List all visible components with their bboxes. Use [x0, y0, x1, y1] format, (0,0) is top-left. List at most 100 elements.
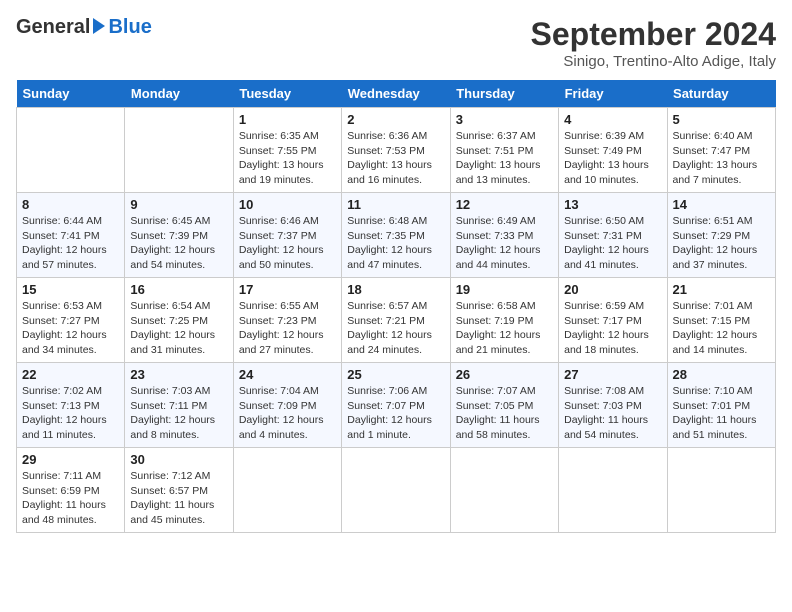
day-info: Sunrise: 7:03 AMSunset: 7:11 PMDaylight:… [130, 384, 227, 443]
logo-blue: Blue [108, 16, 151, 39]
col-monday: Monday [125, 80, 233, 108]
day-info: Sunrise: 6:44 AMSunset: 7:41 PMDaylight:… [22, 214, 119, 273]
title-area: September 2024 Sinigo, Trentino-Alto Adi… [531, 16, 776, 70]
table-row: 26Sunrise: 7:07 AMSunset: 7:05 PMDayligh… [450, 363, 558, 448]
day-info: Sunrise: 6:59 AMSunset: 7:17 PMDaylight:… [564, 299, 661, 358]
day-number: 28 [673, 367, 770, 382]
day-number: 3 [456, 112, 553, 127]
day-info: Sunrise: 7:08 AMSunset: 7:03 PMDaylight:… [564, 384, 661, 443]
day-number: 27 [564, 367, 661, 382]
logo-icon [91, 16, 107, 36]
day-cell-14: 14 Sunrise: 6:51 AMSunset: 7:29 PMDayligh… [673, 197, 770, 273]
calendar-header-row: Sunday Monday Tuesday Wednesday Thursday… [17, 80, 776, 108]
day-info: Sunrise: 7:12 AMSunset: 6:57 PMDaylight:… [130, 469, 227, 528]
day-number: 24 [239, 367, 336, 382]
day-number: 8 [22, 197, 119, 212]
day-cell-12: 12 Sunrise: 6:49 AMSunset: 7:33 PMDayligh… [456, 197, 553, 273]
table-row: 28Sunrise: 7:10 AMSunset: 7:01 PMDayligh… [667, 363, 775, 448]
table-row: 27 Sunrise: 7:08 AMSunset: 7:03 PMDayligh… [559, 363, 667, 448]
col-sunday: Sunday [17, 80, 125, 108]
table-row: 9Sunrise: 6:45 AMSunset: 7:39 PMDaylight… [125, 193, 233, 278]
day-info: Sunrise: 6:54 AMSunset: 7:25 PMDaylight:… [130, 299, 227, 358]
table-row [17, 108, 125, 193]
table-row [125, 108, 233, 193]
day-cell-17: 17Sunrise: 6:55 AMSunset: 7:23 PMDayligh… [239, 282, 336, 358]
table-row: 2Sunrise: 6:36 AMSunset: 7:53 PMDaylight… [342, 108, 450, 193]
table-row: 19 Sunrise: 6:58 AMSunset: 7:19 PMDayligh… [450, 278, 558, 363]
table-row [450, 448, 558, 533]
day-cell-18: 18 Sunrise: 6:57 AMSunset: 7:21 PMDayligh… [347, 282, 444, 358]
day-cell-5: 5 Sunrise: 6:40 AMSunset: 7:47 PMDaylight… [673, 112, 770, 188]
day-cell-11: 11Sunrise: 6:48 AMSunset: 7:35 PMDayligh… [347, 197, 444, 273]
day-number: 16 [130, 282, 227, 297]
day-number: 22 [22, 367, 119, 382]
day-number: 15 [22, 282, 119, 297]
calendar-week-0: 1 Sunrise: 6:35 AMSunset: 7:55 PMDaylight… [17, 108, 776, 193]
calendar-table: Sunday Monday Tuesday Wednesday Thursday… [16, 80, 776, 533]
day-number: 17 [239, 282, 336, 297]
day-info: Sunrise: 6:37 AMSunset: 7:51 PMDaylight:… [456, 129, 553, 188]
header: General Blue September 2024 Sinigo, Tren… [16, 16, 776, 70]
day-number: 23 [130, 367, 227, 382]
day-cell-9: 9Sunrise: 6:45 AMSunset: 7:39 PMDaylight… [130, 197, 227, 273]
table-row: 21Sunrise: 7:01 AMSunset: 7:15 PMDayligh… [667, 278, 775, 363]
day-cell-13: 13 Sunrise: 6:50 AMSunset: 7:31 PMDayligh… [564, 197, 661, 273]
day-info: Sunrise: 6:57 AMSunset: 7:21 PMDaylight:… [347, 299, 444, 358]
day-number: 25 [347, 367, 444, 382]
day-info: Sunrise: 6:36 AMSunset: 7:53 PMDaylight:… [347, 129, 444, 188]
col-tuesday: Tuesday [233, 80, 341, 108]
day-info: Sunrise: 6:51 AMSunset: 7:29 PMDaylight:… [673, 214, 770, 273]
day-info: Sunrise: 6:45 AMSunset: 7:39 PMDaylight:… [130, 214, 227, 273]
day-cell-24: 24 Sunrise: 7:04 AMSunset: 7:09 PMDayligh… [239, 367, 336, 443]
table-row: 24 Sunrise: 7:04 AMSunset: 7:09 PMDayligh… [233, 363, 341, 448]
table-row [667, 448, 775, 533]
table-row: 14 Sunrise: 6:51 AMSunset: 7:29 PMDayligh… [667, 193, 775, 278]
day-number: 13 [564, 197, 661, 212]
table-row: 8 Sunrise: 6:44 AMSunset: 7:41 PMDaylight… [17, 193, 125, 278]
day-info: Sunrise: 6:53 AMSunset: 7:27 PMDaylight:… [22, 299, 119, 358]
day-number: 30 [130, 452, 227, 467]
day-cell-26: 26Sunrise: 7:07 AMSunset: 7:05 PMDayligh… [456, 367, 553, 443]
day-info: Sunrise: 7:04 AMSunset: 7:09 PMDaylight:… [239, 384, 336, 443]
day-info: Sunrise: 6:58 AMSunset: 7:19 PMDaylight:… [456, 299, 553, 358]
day-cell-1: 1 Sunrise: 6:35 AMSunset: 7:55 PMDaylight… [239, 112, 336, 188]
day-number: 19 [456, 282, 553, 297]
day-cell-10: 10Sunrise: 6:46 AMSunset: 7:37 PMDayligh… [239, 197, 336, 273]
table-row: 4Sunrise: 6:39 AMSunset: 7:49 PMDaylight… [559, 108, 667, 193]
table-row: 22 Sunrise: 7:02 AMSunset: 7:13 PMDayligh… [17, 363, 125, 448]
table-row: 18 Sunrise: 6:57 AMSunset: 7:21 PMDayligh… [342, 278, 450, 363]
page-subtitle: Sinigo, Trentino-Alto Adige, Italy [531, 53, 776, 70]
logo: General Blue [16, 16, 152, 39]
day-number: 5 [673, 112, 770, 127]
day-cell-23: 23 Sunrise: 7:03 AMSunset: 7:11 PMDayligh… [130, 367, 227, 443]
day-info: Sunrise: 6:35 AMSunset: 7:55 PMDaylight:… [239, 129, 336, 188]
day-info: Sunrise: 6:40 AMSunset: 7:47 PMDaylight:… [673, 129, 770, 188]
day-cell-28: 28Sunrise: 7:10 AMSunset: 7:01 PMDayligh… [673, 367, 770, 443]
table-row: 30 Sunrise: 7:12 AMSunset: 6:57 PMDayligh… [125, 448, 233, 533]
day-number: 1 [239, 112, 336, 127]
day-number: 18 [347, 282, 444, 297]
day-info: Sunrise: 6:49 AMSunset: 7:33 PMDaylight:… [456, 214, 553, 273]
day-number: 14 [673, 197, 770, 212]
day-cell-4: 4Sunrise: 6:39 AMSunset: 7:49 PMDaylight… [564, 112, 661, 188]
day-cell-25: 25Sunrise: 7:06 AMSunset: 7:07 PMDayligh… [347, 367, 444, 443]
day-info: Sunrise: 6:46 AMSunset: 7:37 PMDaylight:… [239, 214, 336, 273]
day-cell-3: 3 Sunrise: 6:37 AMSunset: 7:51 PMDaylight… [456, 112, 553, 188]
col-wednesday: Wednesday [342, 80, 450, 108]
day-number: 12 [456, 197, 553, 212]
table-row: 12 Sunrise: 6:49 AMSunset: 7:33 PMDayligh… [450, 193, 558, 278]
table-row: 15 Sunrise: 6:53 AMSunset: 7:27 PMDayligh… [17, 278, 125, 363]
day-info: Sunrise: 6:50 AMSunset: 7:31 PMDaylight:… [564, 214, 661, 273]
day-cell-21: 21Sunrise: 7:01 AMSunset: 7:15 PMDayligh… [673, 282, 770, 358]
day-info: Sunrise: 7:02 AMSunset: 7:13 PMDaylight:… [22, 384, 119, 443]
table-row: 1 Sunrise: 6:35 AMSunset: 7:55 PMDaylight… [233, 108, 341, 193]
calendar-week-1: 8 Sunrise: 6:44 AMSunset: 7:41 PMDaylight… [17, 193, 776, 278]
day-cell-30: 30 Sunrise: 7:12 AMSunset: 6:57 PMDayligh… [130, 452, 227, 528]
col-saturday: Saturday [667, 80, 775, 108]
day-cell-29: 29Sunrise: 7:11 AMSunset: 6:59 PMDayligh… [22, 452, 119, 528]
day-number: 4 [564, 112, 661, 127]
logo-general: General [16, 16, 90, 39]
day-info: Sunrise: 7:11 AMSunset: 6:59 PMDaylight:… [22, 469, 119, 528]
page-title: September 2024 [531, 16, 776, 53]
calendar-week-2: 15 Sunrise: 6:53 AMSunset: 7:27 PMDayligh… [17, 278, 776, 363]
